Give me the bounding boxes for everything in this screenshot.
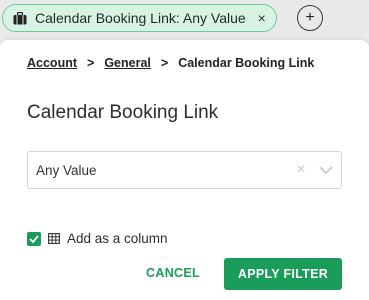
- breadcrumb-general[interactable]: General: [104, 56, 151, 70]
- plus-icon: +: [305, 9, 315, 26]
- breadcrumb-current: Calendar Booking Link: [178, 56, 315, 70]
- select-value: Any Value: [36, 162, 97, 178]
- breadcrumb-separator: >: [160, 56, 169, 70]
- clear-icon[interactable]: ×: [291, 161, 311, 179]
- add-column-label: Add as a column: [67, 231, 168, 246]
- briefcase-icon: [13, 11, 27, 24]
- add-filter-button[interactable]: +: [297, 5, 323, 31]
- add-as-column-option[interactable]: Add as a column: [27, 231, 168, 246]
- filter-popup: Account > General > Calendar Booking Lin…: [0, 40, 369, 300]
- apply-filter-button[interactable]: APPLY FILTER: [224, 258, 342, 290]
- cancel-button[interactable]: CANCEL: [140, 258, 206, 288]
- chip-label: Calendar Booking Link: Any Value: [35, 10, 246, 26]
- active-filter-chip[interactable]: Calendar Booking Link: Any Value ×: [2, 4, 277, 32]
- panel-title: Calendar Booking Link: [27, 102, 219, 123]
- chevron-down-icon[interactable]: [311, 166, 341, 174]
- table-icon: [48, 233, 60, 244]
- chip-close-icon[interactable]: ×: [258, 10, 266, 26]
- breadcrumb-separator: >: [87, 56, 95, 70]
- add-column-checkbox[interactable]: [27, 231, 41, 246]
- breadcrumb-account[interactable]: Account: [27, 56, 77, 70]
- value-select[interactable]: Any Value ×: [27, 151, 342, 189]
- breadcrumb: Account > General > Calendar Booking Lin…: [27, 56, 314, 70]
